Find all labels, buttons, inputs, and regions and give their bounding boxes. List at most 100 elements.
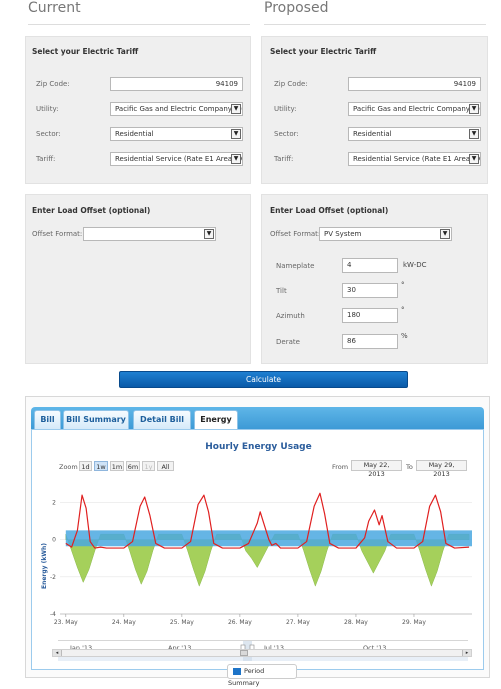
sector-select[interactable]: Residential ▼ — [110, 127, 243, 141]
sector-label: Sector: — [36, 130, 61, 138]
zoom-all-button[interactable]: All — [157, 461, 174, 471]
chevron-down-icon[interactable]: ▼ — [231, 104, 241, 114]
derate-input[interactable]: 86 — [342, 334, 398, 349]
zip-code-input[interactable]: 94109 — [348, 77, 481, 91]
panel-title: Enter Load Offset (optional) — [270, 206, 389, 215]
y-tick-label: -4 — [50, 611, 56, 618]
zoom-label: Zoom — [59, 463, 78, 471]
derate-label: Derate — [276, 338, 300, 346]
utility-label: Utility: — [36, 105, 59, 113]
azimuth-unit: ° — [401, 306, 405, 314]
derate-unit: % — [401, 332, 408, 340]
x-tick-label: 24. May — [112, 619, 136, 626]
current-offset-panel: Enter Load Offset (optional) Offset Form… — [25, 194, 251, 364]
utility-select[interactable]: Pacific Gas and Electric Company (P( ▼ — [348, 102, 481, 116]
utility-select[interactable]: Pacific Gas and Electric Company (P( ▼ — [110, 102, 243, 116]
chart-axes: 2 0 -2 -423. May 24. May 25. May 26. May 27. Ma… — [50, 500, 472, 626]
chevron-down-icon[interactable]: ▼ — [231, 129, 241, 139]
scroll-left-icon[interactable]: ◂ — [53, 650, 62, 656]
chart-title: Hourly Energy Usage — [205, 442, 312, 452]
tariff-label: Tariff: — [274, 155, 294, 163]
y-tick-label: 0 — [52, 537, 56, 544]
chevron-down-icon[interactable]: ▼ — [469, 154, 479, 164]
navigator-scrollbar[interactable]: ◂ ▸ — [52, 649, 472, 657]
sector-select-value: Residential — [353, 130, 392, 138]
nameplate-label: Nameplate — [276, 262, 315, 270]
zip-label: Zip Code: — [36, 80, 70, 88]
tab-detail-bill[interactable]: Detail Bill — [133, 410, 191, 429]
current-tariff-panel: Select your Electric Tariff Zip Code: 94… — [25, 36, 251, 184]
panel-title: Enter Load Offset (optional) — [32, 206, 151, 215]
sector-select-value: Residential — [115, 130, 154, 138]
tariff-select-value: Residential Service (Rate E1 Area T C — [353, 155, 481, 163]
chart-grid — [60, 502, 472, 615]
tilt-unit: ° — [401, 281, 405, 289]
y-axis-label: Energy (kWh) — [41, 543, 48, 589]
proposed-column-title: Proposed — [264, 0, 329, 16]
proposed-offset-panel: Enter Load Offset (optional) Offset Form… — [261, 194, 488, 364]
from-date-input[interactable]: May 22, 2013 — [351, 460, 402, 478]
current-title-divider — [28, 24, 250, 25]
azimuth-label: Azimuth — [276, 312, 305, 320]
x-tick-label: 29. May — [402, 619, 426, 626]
nameplate-input[interactable]: 4 — [342, 258, 398, 273]
chevron-down-icon[interactable]: ▼ — [469, 104, 479, 114]
tilt-input[interactable]: 30 — [342, 283, 398, 298]
zip-label: Zip Code: — [274, 80, 308, 88]
chevron-down-icon[interactable]: ▼ — [231, 154, 241, 164]
zoom-buttons: 1d 1w 1m 6m 1y All — [79, 461, 179, 471]
zip-code-input[interactable]: 94109 — [110, 77, 243, 91]
panel-title: Select your Electric Tariff — [270, 47, 377, 56]
chevron-down-icon[interactable]: ▼ — [469, 129, 479, 139]
zoom-1y-button[interactable]: 1y — [142, 461, 155, 471]
scroll-right-icon[interactable]: ▸ — [462, 650, 471, 656]
chevron-down-icon[interactable]: ▼ — [440, 229, 450, 239]
offset-format-label: Offset Format: — [32, 230, 83, 238]
nameplate-unit: kW-DC — [403, 261, 427, 269]
tariff-select-value: Residential Service (Rate E1 Area T C — [115, 155, 243, 163]
to-label: To — [406, 463, 413, 471]
offset-format-select[interactable]: ▼ — [83, 227, 216, 241]
scroll-thumb[interactable] — [240, 650, 248, 656]
to-date-input[interactable]: May 29, 2013 — [416, 460, 467, 478]
sector-select[interactable]: Residential ▼ — [348, 127, 481, 141]
proposed-title-divider — [264, 24, 486, 25]
chevron-down-icon[interactable]: ▼ — [204, 229, 214, 239]
x-tick-label: 25. May — [170, 619, 194, 626]
y-tick-label: 2 — [52, 500, 56, 507]
y-tick-label: -2 — [50, 574, 56, 581]
tab-bill[interactable]: Bill — [34, 410, 61, 429]
results-container: Bill Bill Summary Detail Bill Energy Hou… — [25, 396, 490, 687]
from-label: From — [332, 463, 349, 471]
tariff-label: Tariff: — [36, 155, 56, 163]
x-tick-label: 27. May — [286, 619, 310, 626]
azimuth-input[interactable]: 180 — [342, 308, 398, 323]
panel-title: Select your Electric Tariff — [32, 47, 139, 56]
tab-energy[interactable]: Energy — [194, 410, 238, 429]
x-tick-label: 28. May — [344, 619, 368, 626]
x-tick-label: 26. May — [228, 619, 252, 626]
tariff-select[interactable]: Residential Service (Rate E1 Area T C ▼ — [110, 152, 243, 166]
offset-format-label: Offset Format: — [270, 230, 321, 238]
legend-swatch-icon — [233, 667, 241, 675]
zoom-6m-button[interactable]: 6m — [126, 461, 140, 471]
offset-format-select[interactable]: PV System ▼ — [319, 227, 452, 241]
utility-label: Utility: — [274, 105, 297, 113]
tab-bill-summary[interactable]: Bill Summary — [63, 410, 129, 429]
zoom-1w-button[interactable]: 1w — [94, 461, 108, 471]
chart-legend[interactable]: Period Summary — [227, 664, 297, 687]
zoom-1m-button[interactable]: 1m — [110, 461, 124, 471]
proposed-tariff-panel: Select your Electric Tariff Zip Code: 94… — [261, 36, 488, 184]
utility-select-value: Pacific Gas and Electric Company (P( — [353, 105, 481, 113]
utility-select-value: Pacific Gas and Electric Company (P( — [115, 105, 243, 113]
tilt-label: Tilt — [276, 287, 287, 295]
calculate-button[interactable]: Calculate — [119, 371, 408, 388]
tab-bar: Bill Bill Summary Detail Bill Energy — [31, 407, 484, 429]
x-tick-label: 23. May — [54, 619, 78, 626]
zoom-1d-button[interactable]: 1d — [79, 461, 92, 471]
energy-chart-svg: 2 0 -2 -423. May 24. May 25. May 26. May 27. Ma… — [41, 492, 472, 626]
offset-format-value: PV System — [324, 230, 362, 238]
current-column-title: Current — [28, 0, 81, 16]
sector-label: Sector: — [274, 130, 299, 138]
tariff-select[interactable]: Residential Service (Rate E1 Area T C ▼ — [348, 152, 481, 166]
